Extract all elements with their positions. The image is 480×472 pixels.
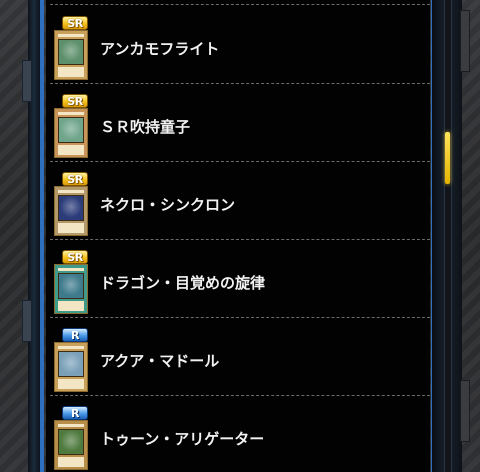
rarity-badge: R (62, 328, 88, 342)
left-frame-accent (40, 0, 44, 472)
card-art (58, 117, 84, 143)
card-thumbnail (54, 342, 88, 392)
card-art (58, 429, 84, 455)
left-frame-notch (22, 300, 32, 342)
card-name: ドラゴン・目覚めの旋律 (100, 274, 266, 292)
card-list-item[interactable]: SR ドラゴン・目覚めの旋律 (46, 240, 430, 318)
right-frame-notch (460, 10, 470, 72)
card-name: トゥーン・アリゲーター (100, 430, 265, 448)
card-list-item[interactable]: SR アンカモフライト (46, 6, 430, 84)
card-name: アンカモフライト (100, 40, 220, 58)
card-thumbnail (54, 186, 88, 236)
card-list-panel[interactable]: SR アンカモフライト SR ＳＲ吹持童子 SR ネクロ・シンクロン SR ドラ… (46, 0, 430, 472)
card-art (58, 195, 84, 221)
right-frame-notch (460, 380, 470, 442)
card-list-item[interactable]: SR ネクロ・シンクロン (46, 162, 430, 240)
scrollbar-track[interactable] (444, 0, 452, 472)
card-thumbnail (54, 108, 88, 158)
card-thumbnail (54, 420, 88, 470)
rarity-badge: SR (62, 172, 88, 186)
list-top-divider (50, 4, 430, 5)
card-name: ネクロ・シンクロン (100, 196, 236, 214)
card-thumbnail (54, 264, 88, 314)
card-art (58, 351, 84, 377)
card-name: ＳＲ吹持童子 (100, 118, 191, 136)
card-list-item[interactable]: R トゥーン・アリゲーター (46, 396, 430, 472)
card-thumbnail (54, 30, 88, 80)
rarity-badge: SR (62, 16, 88, 30)
rarity-badge: SR (62, 94, 88, 108)
card-list-item[interactable]: R アクア・マドール (46, 318, 430, 396)
game-screen: SR アンカモフライト SR ＳＲ吹持童子 SR ネクロ・シンクロン SR ドラ… (0, 0, 480, 472)
card-art (58, 273, 84, 299)
scrollbar-thumb[interactable] (445, 132, 450, 184)
card-art (58, 39, 84, 65)
rarity-badge: R (62, 406, 88, 420)
rarity-badge: SR (62, 250, 88, 264)
card-name: アクア・マドール (100, 352, 220, 370)
left-frame-notch (22, 60, 32, 102)
card-list-item[interactable]: SR ＳＲ吹持童子 (46, 84, 430, 162)
